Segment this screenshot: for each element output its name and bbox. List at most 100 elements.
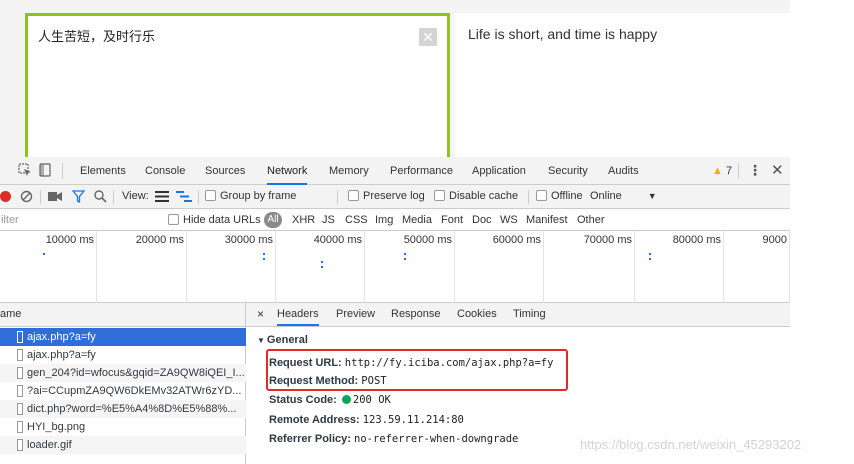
panel-header: ame × Headers Preview Response Cookies T… bbox=[0, 303, 790, 327]
table-row[interactable]: ajax.php?a=fy bbox=[0, 328, 246, 346]
table-row[interactable]: HYI_bg.png bbox=[0, 418, 246, 436]
tab-preview[interactable]: Preview bbox=[336, 303, 375, 326]
highlight-annotation bbox=[266, 349, 568, 391]
name-column-header[interactable]: ame bbox=[0, 303, 246, 326]
table-row[interactable]: ajax.php?a=fy bbox=[0, 346, 246, 364]
type-filter-xhr[interactable]: XHR bbox=[292, 209, 315, 231]
table-row[interactable]: dict.php?word=%E5%A4%8D%E5%88%... bbox=[0, 400, 246, 418]
general-section-title[interactable]: ▼ General bbox=[257, 334, 308, 346]
more-options-icon[interactable]: ⋮ bbox=[748, 157, 762, 185]
filter-input[interactable]: ilter bbox=[0, 211, 155, 229]
hide-data-urls-checkbox[interactable]: Hide data URLs bbox=[168, 209, 261, 231]
preserve-log-label: Preserve log bbox=[363, 190, 425, 202]
view-label: View: bbox=[122, 190, 149, 202]
devtools-panel: Elements Console Sources Network Memory … bbox=[0, 157, 790, 464]
source-textarea[interactable]: 人生苦短，及时行乐 ✕ bbox=[25, 13, 450, 163]
preserve-log-checkbox[interactable]: Preserve log bbox=[348, 185, 425, 208]
table-row[interactable]: ?ai=CCupmZA9QW6DkEMv32ATWr6zYD... bbox=[0, 382, 246, 400]
timeline-marker bbox=[404, 258, 406, 260]
translation-panel: Life is short, and time is happy bbox=[455, 13, 790, 157]
offline-checkbox[interactable]: Offline bbox=[536, 185, 583, 208]
file-icon bbox=[17, 439, 23, 451]
disable-cache-checkbox[interactable]: Disable cache bbox=[434, 185, 518, 208]
checkbox-box[interactable] bbox=[348, 190, 359, 201]
table-row[interactable]: loader.gif bbox=[0, 436, 246, 454]
request-list: ajax.php?a=fy ajax.php?a=fy gen_204?id=w… bbox=[0, 327, 246, 464]
header-row: Referrer Policy: no-referrer-when-downgr… bbox=[269, 430, 518, 448]
type-filter-js[interactable]: JS bbox=[322, 209, 335, 231]
checkbox-box[interactable] bbox=[205, 190, 216, 201]
table-row[interactable]: gen_204?id=wfocus&gqid=ZA9QW8iQEI_I... bbox=[0, 364, 246, 382]
tab-console[interactable]: Console bbox=[145, 157, 185, 185]
timeline-marker bbox=[649, 253, 651, 255]
type-filter-media[interactable]: Media bbox=[402, 209, 432, 231]
tab-security[interactable]: Security bbox=[548, 157, 588, 185]
tab-elements[interactable]: Elements bbox=[80, 157, 126, 185]
tab-timing[interactable]: Timing bbox=[513, 303, 546, 326]
close-devtools-icon[interactable]: ✕ bbox=[771, 157, 784, 185]
timeline-marker bbox=[263, 253, 265, 255]
request-name: loader.gif bbox=[27, 439, 72, 451]
filter-icon[interactable] bbox=[72, 190, 85, 203]
warning-counter[interactable]: ▲ 7 bbox=[712, 157, 732, 185]
tab-sources[interactable]: Sources bbox=[205, 157, 245, 185]
header-key: Referrer Policy: bbox=[269, 433, 351, 445]
type-filter-img[interactable]: Img bbox=[375, 209, 393, 231]
checkbox-box[interactable] bbox=[168, 214, 179, 225]
tab-response[interactable]: Response bbox=[391, 303, 441, 326]
type-filter-css[interactable]: CSS bbox=[345, 209, 368, 231]
type-filter-other[interactable]: Other bbox=[577, 209, 605, 231]
tab-cookies[interactable]: Cookies bbox=[457, 303, 497, 326]
search-icon[interactable] bbox=[94, 190, 107, 203]
checkbox-box[interactable] bbox=[536, 190, 547, 201]
tab-memory[interactable]: Memory bbox=[329, 157, 369, 185]
source-text[interactable]: 人生苦短，及时行乐 bbox=[38, 26, 155, 45]
tab-application[interactable]: Application bbox=[472, 157, 526, 185]
waterfall-icon[interactable] bbox=[176, 191, 192, 202]
type-filter-doc[interactable]: Doc bbox=[472, 209, 492, 231]
inspect-element-icon[interactable] bbox=[18, 163, 32, 177]
devtools-tabbar: Elements Console Sources Network Memory … bbox=[0, 157, 790, 185]
type-filter-all[interactable]: All bbox=[264, 212, 282, 228]
type-filter-ws[interactable]: WS bbox=[500, 209, 518, 231]
timeline-marker bbox=[43, 253, 45, 255]
header-value: 200 OK bbox=[352, 394, 391, 406]
disable-cache-label: Disable cache bbox=[449, 190, 519, 202]
divider bbox=[528, 190, 529, 204]
clear-icon[interactable] bbox=[20, 190, 33, 203]
tab-performance[interactable]: Performance bbox=[390, 157, 453, 185]
timeline-marker bbox=[321, 266, 323, 268]
timeline-marker bbox=[263, 258, 265, 260]
timeline-overview[interactable]: 10000 ms 20000 ms 30000 ms 40000 ms 5000… bbox=[0, 231, 790, 303]
triangle-down-icon: ▼ bbox=[257, 336, 265, 345]
translation-text: Life is short, and time is happy bbox=[468, 26, 658, 42]
file-icon bbox=[17, 403, 23, 415]
warning-count: 7 bbox=[725, 165, 733, 177]
translator-panel: 人生苦短，及时行乐 ✕ Life is short, and time is h… bbox=[0, 0, 790, 163]
hide-data-urls-label: Hide data URLs bbox=[183, 214, 261, 226]
throttling-select[interactable]: Online ▼ bbox=[590, 185, 657, 208]
file-icon bbox=[17, 331, 23, 343]
timeline-tick: 60000 ms bbox=[455, 231, 544, 303]
header-value: no-referrer-when-downgrade bbox=[354, 433, 519, 445]
tab-headers[interactable]: Headers bbox=[277, 303, 319, 326]
tab-network[interactable]: Network bbox=[267, 157, 308, 185]
tab-audits[interactable]: Audits bbox=[608, 157, 639, 185]
large-rows-icon[interactable] bbox=[155, 191, 169, 202]
close-icon[interactable]: × bbox=[257, 303, 264, 326]
timeline-tick: 20000 ms bbox=[97, 231, 187, 303]
screenshot-capture-icon[interactable] bbox=[48, 191, 62, 202]
group-by-frame-checkbox[interactable]: Group by frame bbox=[205, 185, 296, 208]
offline-label: Offline bbox=[551, 190, 583, 202]
type-filter-font[interactable]: Font bbox=[441, 209, 463, 231]
divider bbox=[738, 163, 739, 179]
close-icon[interactable]: ✕ bbox=[419, 28, 437, 46]
timeline-marker bbox=[404, 253, 406, 255]
record-icon[interactable] bbox=[0, 191, 11, 202]
type-filter-manifest[interactable]: Manifest bbox=[526, 209, 568, 231]
request-name: ajax.php?a=fy bbox=[27, 349, 96, 361]
device-toolbar-icon[interactable] bbox=[38, 163, 52, 177]
request-name: dict.php?word=%E5%A4%8D%E5%88%... bbox=[27, 403, 237, 415]
file-icon bbox=[17, 349, 23, 361]
checkbox-box[interactable] bbox=[434, 190, 445, 201]
